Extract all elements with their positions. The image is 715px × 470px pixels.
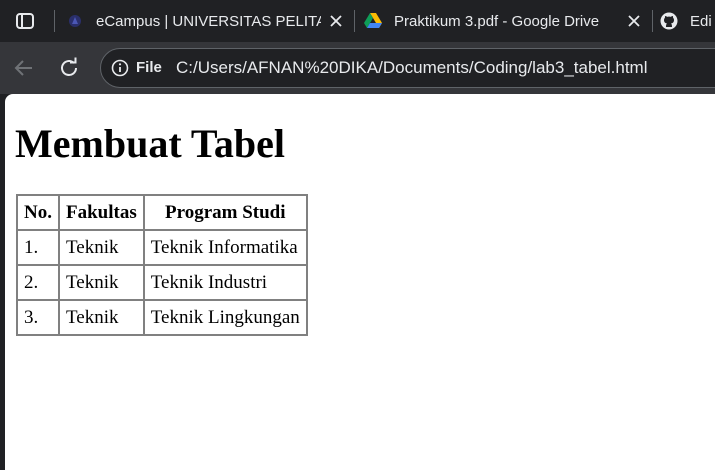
tab-separator bbox=[652, 10, 653, 32]
table-row: 3. Teknik Teknik Lingkungan bbox=[17, 300, 307, 335]
table-cell: 3. bbox=[17, 300, 59, 335]
browser-toolbar: File C:/Users/AFNAN%20DIKA/Documents/Cod… bbox=[0, 42, 715, 94]
ecampus-logo-icon bbox=[66, 12, 84, 30]
reload-icon[interactable] bbox=[57, 56, 81, 80]
table-cell: 1. bbox=[17, 230, 59, 265]
table-cell: Teknik bbox=[58, 300, 144, 335]
tab-title: eCampus | UNIVERSITAS PELITA BANGSA bbox=[96, 12, 321, 30]
table-cell: Teknik Industri bbox=[143, 265, 307, 300]
url-text[interactable]: C:/Users/AFNAN%20DIKA/Documents/Coding/l… bbox=[176, 58, 647, 78]
tab-ecampus[interactable]: eCampus | UNIVERSITAS PELITA BANGSA bbox=[66, 0, 321, 42]
info-icon[interactable] bbox=[111, 59, 129, 77]
close-tab-icon[interactable] bbox=[326, 11, 346, 31]
security-label: File bbox=[136, 59, 162, 76]
tab-separator bbox=[354, 10, 355, 32]
table-cell: Teknik bbox=[58, 265, 144, 300]
tab-separator bbox=[54, 10, 55, 32]
close-tab-icon[interactable] bbox=[624, 11, 644, 31]
table-cell: Teknik Informatika bbox=[143, 230, 307, 265]
tab-title: Edi bbox=[690, 12, 712, 30]
address-bar[interactable]: File C:/Users/AFNAN%20DIKA/Documents/Cod… bbox=[100, 48, 715, 88]
vertical-tabs-sidebar-icon[interactable] bbox=[14, 10, 36, 32]
table-cell: Teknik bbox=[58, 230, 144, 265]
column-header: Fakultas bbox=[58, 195, 144, 230]
tab-github[interactable]: Edi bbox=[660, 0, 715, 42]
github-icon bbox=[660, 12, 678, 30]
table-cell: Teknik Lingkungan bbox=[143, 300, 307, 335]
tab-strip: eCampus | UNIVERSITAS PELITA BANGSA Prak… bbox=[0, 0, 715, 42]
table-row: 2. Teknik Teknik Industri bbox=[17, 265, 307, 300]
tab-google-drive[interactable]: Praktikum 3.pdf - Google Drive bbox=[364, 0, 614, 42]
table-cell: 2. bbox=[17, 265, 59, 300]
page-content: Membuat Tabel No. Fakultas Program Studi… bbox=[5, 94, 715, 470]
data-table: No. Fakultas Program Studi 1. Teknik Tek… bbox=[16, 194, 308, 336]
column-header: Program Studi bbox=[143, 195, 307, 230]
column-header: No. bbox=[17, 195, 59, 230]
page-heading: Membuat Tabel bbox=[15, 121, 286, 166]
table-row: 1. Teknik Teknik Informatika bbox=[17, 230, 307, 265]
back-arrow-icon[interactable] bbox=[12, 56, 36, 80]
tab-title: Praktikum 3.pdf - Google Drive bbox=[394, 12, 600, 30]
google-drive-icon bbox=[364, 12, 382, 30]
table-header-row: No. Fakultas Program Studi bbox=[17, 195, 307, 230]
